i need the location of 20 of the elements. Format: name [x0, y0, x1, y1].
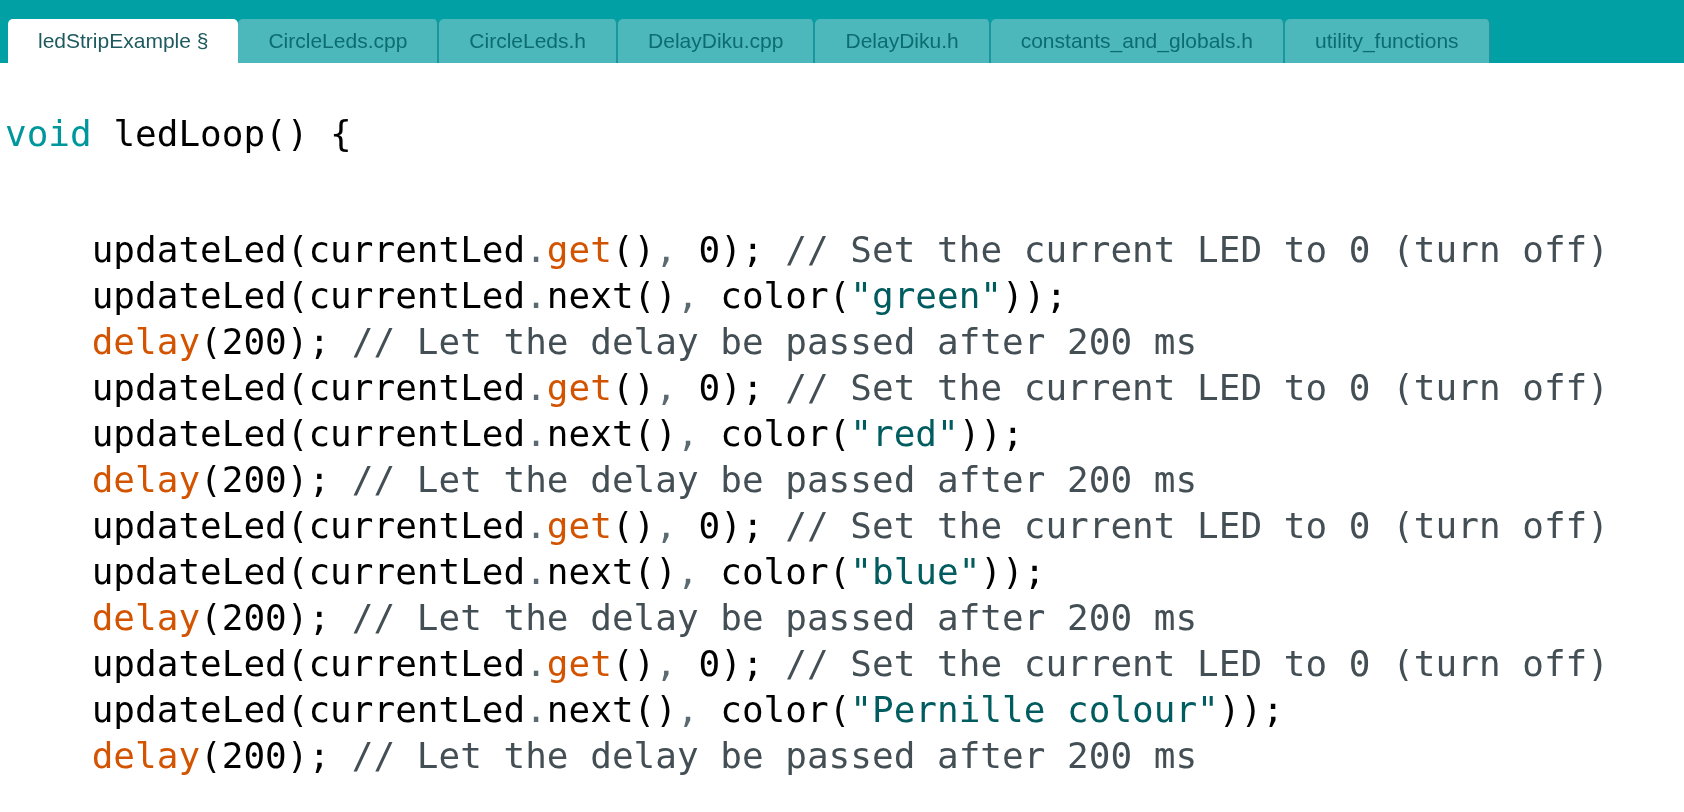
code-line: delay(200); // Let the delay be passed after 200 ms: [90, 320, 1198, 364]
code-line: updateLed(currentLed.next(), color("blue"));: [90, 550, 1046, 594]
code-line: updateLed(currentLed.get(), 0); // Set the current LED to 0 (turn off): [90, 228, 1609, 272]
file-tab[interactable]: DelayDiku.cpp: [618, 19, 816, 63]
code-line: updateLed(currentLed.next(), color("Pernille colour"));: [90, 688, 1284, 732]
code-line: updateLed(currentLed.next(), color("green"));: [90, 274, 1068, 318]
file-tab[interactable]: CircleLeds.cpp: [238, 19, 440, 63]
file-tab[interactable]: CircleLeds.h: [439, 19, 619, 63]
code-line: void ledLoop() {: [5, 112, 352, 156]
code-line: delay(200); // Let the delay be passed after 200 ms: [90, 734, 1198, 778]
code-line: updateLed(currentLed.next(), color("red"));: [90, 412, 1024, 456]
file-tab[interactable]: constants_and_globals.h: [990, 19, 1286, 63]
code-line: updateLed(currentLed.get(), 0); // Set the current LED to 0 (turn off): [90, 642, 1609, 686]
file-tab[interactable]: DelayDiku.h: [815, 19, 991, 63]
file-tab[interactable]: utility_functions: [1285, 19, 1491, 63]
code-line: updateLed(currentLed.get(), 0); // Set the current LED to 0 (turn off): [90, 504, 1609, 548]
code-line: delay(200); // Let the delay be passed after 200 ms: [90, 458, 1198, 502]
code-line: updateLed(currentLed.get(), 0); // Set the current LED to 0 (turn off): [90, 366, 1609, 410]
file-tab[interactable]: ledStripExample §: [8, 19, 239, 63]
code-line: delay(200); // Let the delay be passed after 200 ms: [90, 596, 1198, 640]
